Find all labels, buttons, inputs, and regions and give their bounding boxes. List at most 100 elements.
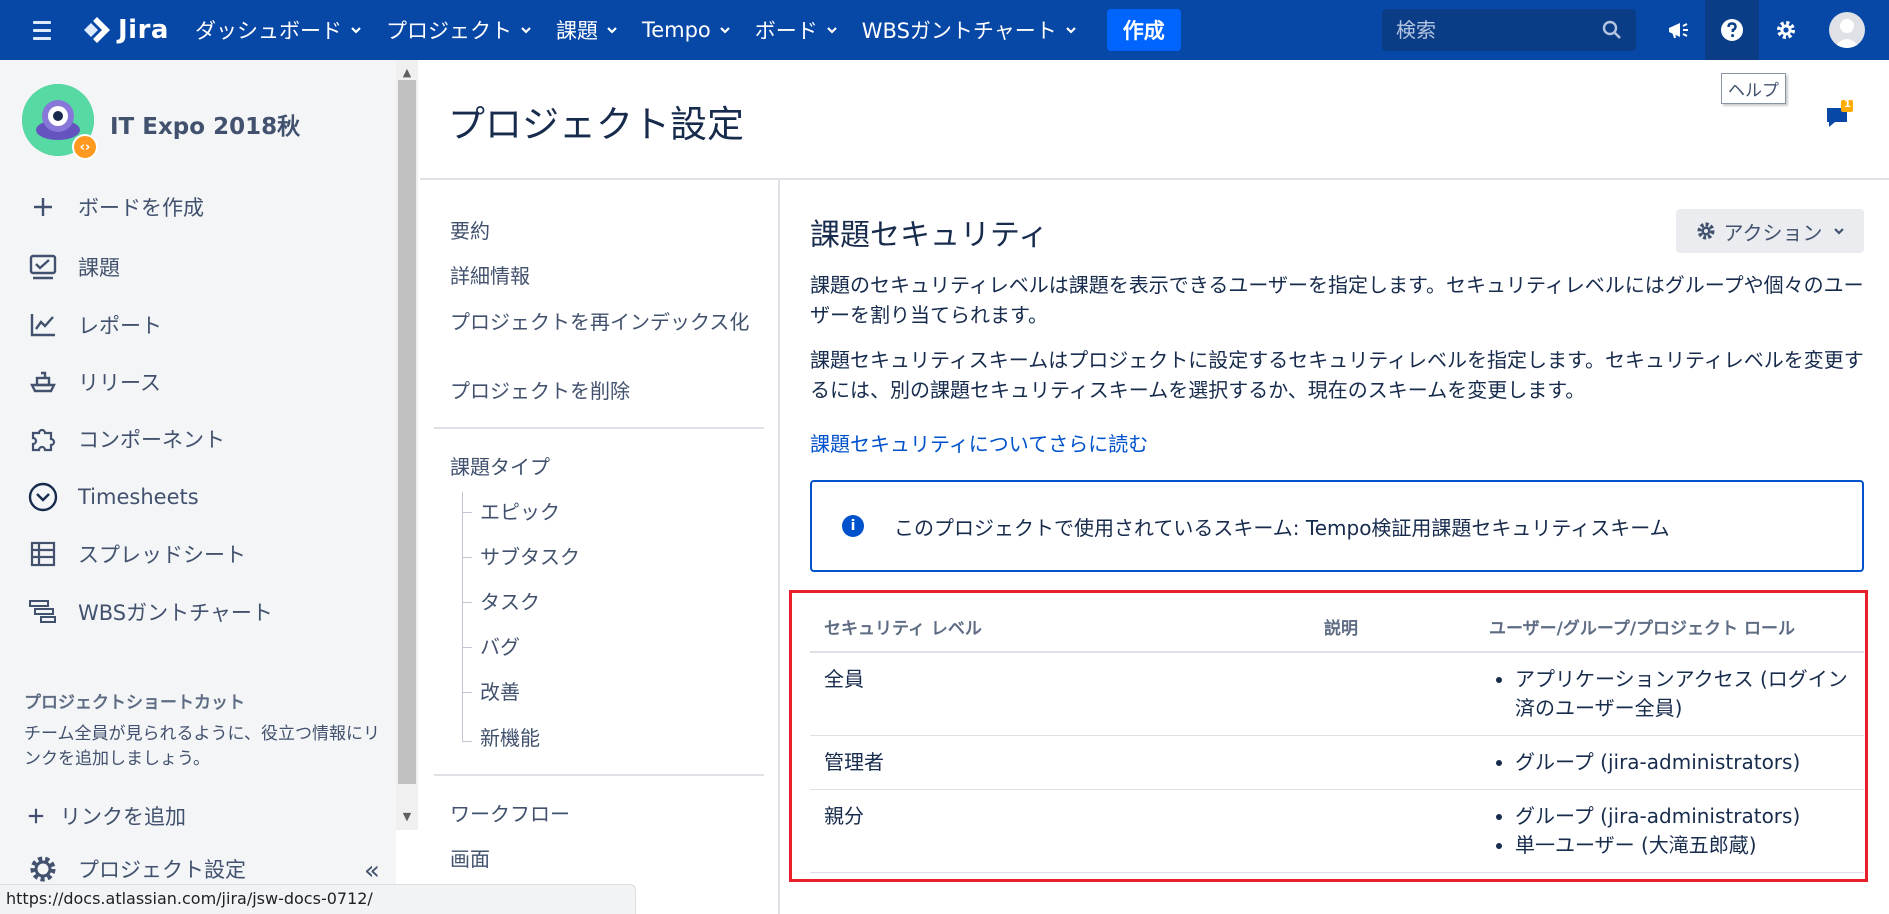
spreadsheet-icon bbox=[26, 537, 60, 571]
subnav-task[interactable]: タスク bbox=[480, 590, 540, 614]
sidebar-item-label: 課題 bbox=[78, 256, 120, 280]
search-box bbox=[1382, 9, 1636, 51]
chevron-down-icon bbox=[607, 27, 617, 34]
nav-wbs-gantt[interactable]: WBSガントチャート bbox=[850, 0, 1089, 60]
header-security-level: セキュリティ レベル bbox=[810, 602, 1310, 653]
jira-logo-icon bbox=[84, 17, 110, 43]
security-level-name: 管理者 bbox=[810, 735, 1310, 790]
create-button[interactable]: 作成 bbox=[1106, 9, 1181, 51]
tree-tick bbox=[462, 557, 472, 558]
sidebar-item-label: リリース bbox=[78, 371, 161, 395]
tree-tick bbox=[462, 647, 472, 648]
gear-icon bbox=[1697, 222, 1714, 240]
nav-boards-label: ボード bbox=[754, 19, 818, 43]
scroll-up-arrow-icon[interactable]: ▲ bbox=[400, 66, 414, 80]
menu-icon[interactable] bbox=[24, 12, 60, 48]
announcement-icon[interactable] bbox=[1651, 0, 1705, 60]
notification-count: 1 bbox=[1844, 99, 1851, 110]
add-link-label: リンクを追加 bbox=[60, 805, 186, 829]
subnav-reindex[interactable]: プロジェクトを再インデックス化 bbox=[450, 310, 760, 334]
subnav-screens[interactable]: 画面 bbox=[450, 847, 490, 871]
subnav-workflow[interactable]: ワークフロー bbox=[450, 802, 570, 826]
sidebar-item-timesheets[interactable]: Timesheets bbox=[26, 480, 199, 514]
nav-wbs-gantt-label: WBSガントチャート bbox=[861, 19, 1057, 43]
subnav-improvement[interactable]: 改善 bbox=[480, 680, 520, 704]
subnav-subtask[interactable]: サブタスク bbox=[480, 545, 580, 569]
subnav-delete-project[interactable]: プロジェクトを削除 bbox=[450, 379, 630, 403]
security-level-description bbox=[1310, 789, 1475, 873]
jira-logo[interactable]: Jira bbox=[82, 15, 169, 45]
sidebar-scrollbar-thumb[interactable] bbox=[398, 80, 416, 784]
tree-tick bbox=[462, 512, 472, 513]
subnav-issue-types[interactable]: 課題タイプ bbox=[450, 455, 550, 479]
chevron-down-icon bbox=[351, 27, 361, 34]
nav-dashboard-label: ダッシュボード bbox=[194, 19, 342, 43]
table-row: 親分 グループ (jira-administrators)単一ユーザー (大滝五… bbox=[810, 789, 1864, 873]
header-description: 説明 bbox=[1310, 602, 1475, 653]
actions-label: アクション bbox=[1723, 220, 1823, 245]
member-item: 単一ユーザー (大滝五郎蔵) bbox=[1515, 831, 1850, 860]
table-row: 管理者 グループ (jira-administrators) bbox=[810, 735, 1864, 790]
subnav-details[interactable]: 詳細情報 bbox=[450, 264, 530, 288]
chevron-down-icon bbox=[521, 27, 531, 34]
project-name: IT Expo 2018秋 bbox=[110, 114, 301, 140]
status-bar-url: https://docs.atlassian.com/jira/jsw-docs… bbox=[0, 884, 636, 914]
feedback-notification-icon[interactable]: 1 bbox=[1825, 99, 1853, 128]
chevron-down-icon bbox=[827, 27, 837, 34]
help-icon[interactable] bbox=[1705, 0, 1759, 60]
subnav-separator bbox=[434, 427, 764, 429]
create-board-link[interactable]: ボードを作成 bbox=[26, 190, 204, 224]
sidebar-item-components[interactable]: コンポーネント bbox=[26, 422, 225, 456]
subnav-new-feature[interactable]: 新機能 bbox=[480, 726, 540, 750]
sidebar-item-label: コンポーネント bbox=[78, 428, 225, 452]
chart-line-icon bbox=[26, 308, 60, 342]
project-type-badge-icon: ‹› bbox=[72, 134, 98, 160]
table-row: 全員 アプリケーションアクセス (ログイン済のユーザー全員) bbox=[810, 652, 1864, 736]
member-item: アプリケーションアクセス (ログイン済のユーザー全員) bbox=[1515, 665, 1850, 723]
tree-tick bbox=[462, 602, 472, 603]
learn-more-link[interactable]: 課題セキュリティについてさらに読む bbox=[810, 428, 1148, 457]
shortcuts-description: チーム全員が見られるように、役立つ情報にリンクを追加しましょう。 bbox=[24, 724, 380, 769]
user-avatar[interactable] bbox=[1820, 0, 1874, 60]
gear-icon[interactable] bbox=[1759, 0, 1813, 60]
security-level-description bbox=[1310, 735, 1475, 790]
description-paragraph-2: 課題セキュリティスキームはプロジェクトに設定するセキュリティレベルを指定します。… bbox=[810, 348, 1864, 402]
subnav-bug[interactable]: バグ bbox=[480, 635, 520, 659]
header-members: ユーザー/グループ/プロジェクト ロール bbox=[1475, 602, 1864, 653]
nav-boards[interactable]: ボード bbox=[743, 0, 850, 60]
create-board-label: ボードを作成 bbox=[78, 196, 204, 220]
search-input[interactable] bbox=[1396, 18, 1596, 42]
scheme-info-box: i このプロジェクトで使用されているスキーム: Tempo検証用課題セキュリティ… bbox=[810, 480, 1864, 572]
sidebar-item-releases[interactable]: リリース bbox=[26, 365, 161, 399]
security-level-name: 全員 bbox=[810, 652, 1310, 736]
sidebar-item-label: プロジェクト設定 bbox=[78, 858, 246, 882]
collapse-sidebar-icon[interactable]: « bbox=[364, 856, 380, 886]
plus-icon bbox=[26, 190, 60, 224]
top-navigation: Jira ダッシュボード プロジェクト 課題 Tempo ボード WBSガントチ… bbox=[0, 0, 1889, 60]
nav-issues[interactable]: 課題 bbox=[544, 0, 630, 60]
subnav-divider bbox=[778, 178, 780, 914]
nav-dashboard[interactable]: ダッシュボード bbox=[183, 0, 374, 60]
add-link-button[interactable]: リンクを追加 bbox=[26, 799, 186, 833]
sidebar-item-label: レポート bbox=[78, 314, 162, 338]
security-level-description bbox=[1310, 652, 1475, 736]
project-sidebar: ‹› IT Expo 2018秋 ボードを作成 課題 レポート リリース コンポ… bbox=[0, 60, 396, 914]
nav-projects[interactable]: プロジェクト bbox=[374, 0, 544, 60]
scroll-down-arrow-icon[interactable]: ▼ bbox=[400, 810, 414, 824]
sidebar-item-project-settings[interactable]: プロジェクト設定 bbox=[26, 852, 246, 886]
sidebar-item-reports[interactable]: レポート bbox=[26, 308, 162, 342]
actions-button[interactable]: アクション bbox=[1676, 209, 1864, 253]
security-level-name: 親分 bbox=[810, 789, 1310, 873]
subnav-separator bbox=[434, 774, 764, 776]
sidebar-item-issues[interactable]: 課題 bbox=[26, 250, 120, 284]
security-levels-table: セキュリティ レベル 説明 ユーザー/グループ/プロジェクト ロール 全員 アプ… bbox=[810, 602, 1864, 873]
nav-tempo[interactable]: Tempo bbox=[630, 0, 743, 60]
tree-tick bbox=[462, 741, 472, 742]
sidebar-item-wbs-gantt[interactable]: WBSガントチャート bbox=[26, 595, 273, 629]
subnav-summary[interactable]: 要約 bbox=[450, 219, 490, 243]
sidebar-item-spreadsheet[interactable]: スプレッドシート bbox=[26, 537, 246, 571]
gear-icon bbox=[26, 852, 60, 886]
nav-tempo-label: Tempo bbox=[641, 18, 711, 42]
search-icon[interactable] bbox=[1602, 20, 1622, 40]
subnav-epic[interactable]: エピック bbox=[480, 500, 560, 524]
